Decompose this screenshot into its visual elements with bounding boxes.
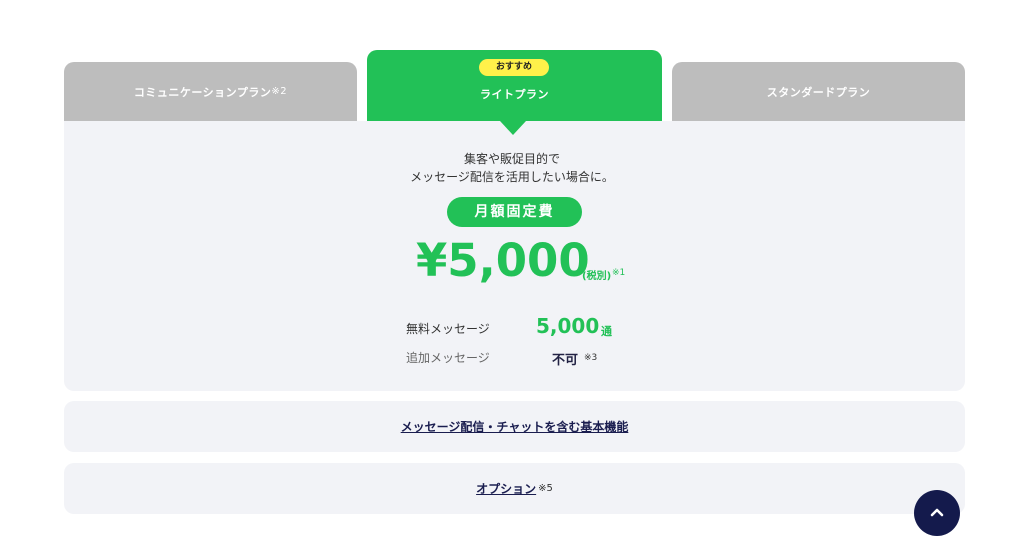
options-link[interactable]: オプション bbox=[476, 480, 536, 497]
plan-price: ¥5,000 bbox=[416, 234, 590, 287]
tax-label: (税別) bbox=[582, 271, 612, 282]
tab-communication-plan-note: ※2 bbox=[271, 86, 288, 97]
tab-light-plan-label: ライトプラン bbox=[480, 88, 549, 101]
tab-communication-plan[interactable]: コミュニケーションプラン ※2 bbox=[64, 62, 357, 121]
tab-standard-plan-label: スタンダードプラン bbox=[766, 85, 871, 99]
free-messages-unit: 通 bbox=[601, 325, 612, 338]
options-note: ※5 bbox=[538, 483, 553, 494]
tab-standard-plan[interactable]: スタンダードプラン bbox=[672, 62, 965, 121]
tab-light-plan[interactable]: おすすめ ライトプラン bbox=[367, 50, 662, 121]
plan-description: 集客や販促目的で メッセージ配信を活用したい場合に。 bbox=[0, 150, 1024, 186]
additional-messages-note: ※3 bbox=[584, 353, 598, 363]
recommended-badge: おすすめ bbox=[479, 59, 549, 76]
active-tab-pointer bbox=[500, 121, 526, 135]
options-accordion[interactable]: オプション ※5 bbox=[64, 463, 965, 514]
tab-communication-plan-label: コミュニケーションプラン bbox=[133, 85, 272, 99]
chevron-up-icon bbox=[930, 502, 944, 521]
free-messages-label: 無料メッセージ bbox=[406, 322, 490, 336]
features-link[interactable]: メッセージ配信・チャットを含む基本機能 bbox=[401, 418, 629, 435]
monthly-fee-label: 月額固定費 bbox=[447, 197, 582, 227]
plan-description-line1: 集客や販促目的で bbox=[463, 152, 560, 166]
free-messages-value: 5,000 bbox=[536, 314, 600, 338]
additional-messages-value: 不可 bbox=[552, 353, 579, 368]
plan-description-line2: メッセージ配信を活用したい場合に。 bbox=[410, 170, 614, 184]
additional-messages-label: 追加メッセージ bbox=[406, 351, 490, 365]
features-accordion[interactable]: メッセージ配信・チャットを含む基本機能 bbox=[64, 401, 965, 452]
price-note: ※1 bbox=[612, 268, 626, 278]
scroll-top-button[interactable] bbox=[914, 490, 960, 536]
